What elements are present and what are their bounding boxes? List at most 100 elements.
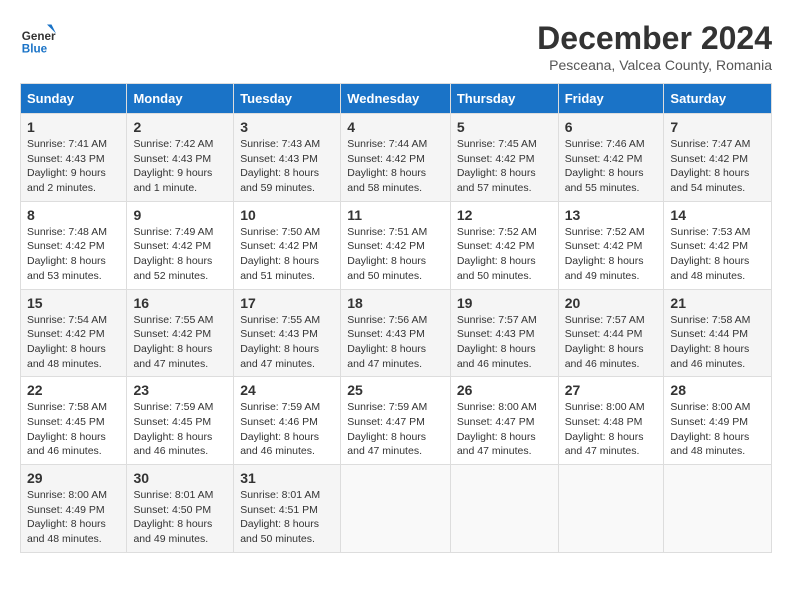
day-info: Sunrise: 7:45 AM Sunset: 4:42 PM Dayligh… — [457, 137, 552, 196]
calendar-cell: 6 Sunrise: 7:46 AM Sunset: 4:42 PM Dayli… — [558, 114, 664, 202]
day-info: Sunrise: 7:58 AM Sunset: 4:45 PM Dayligh… — [27, 400, 120, 459]
day-number: 13 — [565, 207, 658, 223]
col-header-monday: Monday — [127, 84, 234, 114]
calendar-cell: 31 Sunrise: 8:01 AM Sunset: 4:51 PM Dayl… — [234, 465, 341, 553]
svg-text:Blue: Blue — [22, 42, 48, 55]
day-number: 17 — [240, 295, 334, 311]
day-info: Sunrise: 7:41 AM Sunset: 4:43 PM Dayligh… — [27, 137, 120, 196]
calendar-cell: 22 Sunrise: 7:58 AM Sunset: 4:45 PM Dayl… — [21, 377, 127, 465]
day-number: 1 — [27, 119, 120, 135]
day-number: 2 — [133, 119, 227, 135]
day-number: 6 — [565, 119, 658, 135]
calendar-cell: 30 Sunrise: 8:01 AM Sunset: 4:50 PM Dayl… — [127, 465, 234, 553]
day-info: Sunrise: 7:48 AM Sunset: 4:42 PM Dayligh… — [27, 225, 120, 284]
day-info: Sunrise: 7:55 AM Sunset: 4:42 PM Dayligh… — [133, 313, 227, 372]
location-subtitle: Pesceana, Valcea County, Romania — [537, 57, 772, 73]
month-title: December 2024 — [537, 20, 772, 57]
day-info: Sunrise: 7:52 AM Sunset: 4:42 PM Dayligh… — [457, 225, 552, 284]
calendar-cell: 1 Sunrise: 7:41 AM Sunset: 4:43 PM Dayli… — [21, 114, 127, 202]
col-header-tuesday: Tuesday — [234, 84, 341, 114]
col-header-sunday: Sunday — [21, 84, 127, 114]
day-info: Sunrise: 7:44 AM Sunset: 4:42 PM Dayligh… — [347, 137, 444, 196]
calendar-cell: 25 Sunrise: 7:59 AM Sunset: 4:47 PM Dayl… — [341, 377, 451, 465]
col-header-thursday: Thursday — [450, 84, 558, 114]
day-number: 8 — [27, 207, 120, 223]
calendar-cell: 7 Sunrise: 7:47 AM Sunset: 4:42 PM Dayli… — [664, 114, 772, 202]
col-header-friday: Friday — [558, 84, 664, 114]
day-number: 16 — [133, 295, 227, 311]
day-number: 29 — [27, 470, 120, 486]
day-info: Sunrise: 7:59 AM Sunset: 4:46 PM Dayligh… — [240, 400, 334, 459]
calendar-cell: 24 Sunrise: 7:59 AM Sunset: 4:46 PM Dayl… — [234, 377, 341, 465]
day-number: 22 — [27, 382, 120, 398]
calendar-cell: 14 Sunrise: 7:53 AM Sunset: 4:42 PM Dayl… — [664, 201, 772, 289]
calendar-cell: 17 Sunrise: 7:55 AM Sunset: 4:43 PM Dayl… — [234, 289, 341, 377]
col-header-saturday: Saturday — [664, 84, 772, 114]
day-number: 28 — [670, 382, 765, 398]
svg-text:General: General — [22, 30, 56, 43]
calendar-cell: 23 Sunrise: 7:59 AM Sunset: 4:45 PM Dayl… — [127, 377, 234, 465]
day-number: 30 — [133, 470, 227, 486]
calendar-cell: 11 Sunrise: 7:51 AM Sunset: 4:42 PM Dayl… — [341, 201, 451, 289]
calendar-cell: 16 Sunrise: 7:55 AM Sunset: 4:42 PM Dayl… — [127, 289, 234, 377]
day-number: 31 — [240, 470, 334, 486]
day-info: Sunrise: 8:01 AM Sunset: 4:50 PM Dayligh… — [133, 488, 227, 547]
day-info: Sunrise: 8:01 AM Sunset: 4:51 PM Dayligh… — [240, 488, 334, 547]
day-info: Sunrise: 7:52 AM Sunset: 4:42 PM Dayligh… — [565, 225, 658, 284]
calendar-cell: 3 Sunrise: 7:43 AM Sunset: 4:43 PM Dayli… — [234, 114, 341, 202]
day-info: Sunrise: 7:51 AM Sunset: 4:42 PM Dayligh… — [347, 225, 444, 284]
calendar-cell: 20 Sunrise: 7:57 AM Sunset: 4:44 PM Dayl… — [558, 289, 664, 377]
day-info: Sunrise: 7:58 AM Sunset: 4:44 PM Dayligh… — [670, 313, 765, 372]
day-number: 19 — [457, 295, 552, 311]
day-number: 21 — [670, 295, 765, 311]
day-info: Sunrise: 8:00 AM Sunset: 4:49 PM Dayligh… — [27, 488, 120, 547]
day-number: 14 — [670, 207, 765, 223]
calendar-cell: 12 Sunrise: 7:52 AM Sunset: 4:42 PM Dayl… — [450, 201, 558, 289]
calendar-cell: 21 Sunrise: 7:58 AM Sunset: 4:44 PM Dayl… — [664, 289, 772, 377]
page-header: General Blue December 2024 Pesceana, Val… — [20, 20, 772, 73]
day-number: 15 — [27, 295, 120, 311]
calendar-cell: 28 Sunrise: 8:00 AM Sunset: 4:49 PM Dayl… — [664, 377, 772, 465]
day-info: Sunrise: 7:53 AM Sunset: 4:42 PM Dayligh… — [670, 225, 765, 284]
day-number: 12 — [457, 207, 552, 223]
day-info: Sunrise: 7:54 AM Sunset: 4:42 PM Dayligh… — [27, 313, 120, 372]
calendar-week-2: 8 Sunrise: 7:48 AM Sunset: 4:42 PM Dayli… — [21, 201, 772, 289]
calendar-cell — [558, 465, 664, 553]
day-number: 4 — [347, 119, 444, 135]
calendar-cell: 13 Sunrise: 7:52 AM Sunset: 4:42 PM Dayl… — [558, 201, 664, 289]
logo-icon: General Blue — [20, 20, 56, 56]
day-info: Sunrise: 7:59 AM Sunset: 4:47 PM Dayligh… — [347, 400, 444, 459]
calendar-cell: 10 Sunrise: 7:50 AM Sunset: 4:42 PM Dayl… — [234, 201, 341, 289]
day-info: Sunrise: 8:00 AM Sunset: 4:49 PM Dayligh… — [670, 400, 765, 459]
title-block: December 2024 Pesceana, Valcea County, R… — [537, 20, 772, 73]
calendar-week-3: 15 Sunrise: 7:54 AM Sunset: 4:42 PM Dayl… — [21, 289, 772, 377]
calendar-cell: 26 Sunrise: 8:00 AM Sunset: 4:47 PM Dayl… — [450, 377, 558, 465]
day-info: Sunrise: 7:47 AM Sunset: 4:42 PM Dayligh… — [670, 137, 765, 196]
day-number: 25 — [347, 382, 444, 398]
day-number: 11 — [347, 207, 444, 223]
calendar-cell: 27 Sunrise: 8:00 AM Sunset: 4:48 PM Dayl… — [558, 377, 664, 465]
day-number: 10 — [240, 207, 334, 223]
day-info: Sunrise: 7:59 AM Sunset: 4:45 PM Dayligh… — [133, 400, 227, 459]
col-header-wednesday: Wednesday — [341, 84, 451, 114]
day-info: Sunrise: 8:00 AM Sunset: 4:47 PM Dayligh… — [457, 400, 552, 459]
day-info: Sunrise: 7:43 AM Sunset: 4:43 PM Dayligh… — [240, 137, 334, 196]
day-number: 23 — [133, 382, 227, 398]
day-info: Sunrise: 8:00 AM Sunset: 4:48 PM Dayligh… — [565, 400, 658, 459]
calendar-cell: 9 Sunrise: 7:49 AM Sunset: 4:42 PM Dayli… — [127, 201, 234, 289]
calendar-week-4: 22 Sunrise: 7:58 AM Sunset: 4:45 PM Dayl… — [21, 377, 772, 465]
calendar-week-1: 1 Sunrise: 7:41 AM Sunset: 4:43 PM Dayli… — [21, 114, 772, 202]
day-info: Sunrise: 7:57 AM Sunset: 4:44 PM Dayligh… — [565, 313, 658, 372]
calendar-cell: 15 Sunrise: 7:54 AM Sunset: 4:42 PM Dayl… — [21, 289, 127, 377]
calendar-cell: 8 Sunrise: 7:48 AM Sunset: 4:42 PM Dayli… — [21, 201, 127, 289]
header-row: SundayMondayTuesdayWednesdayThursdayFrid… — [21, 84, 772, 114]
day-number: 18 — [347, 295, 444, 311]
day-number: 5 — [457, 119, 552, 135]
calendar-cell: 4 Sunrise: 7:44 AM Sunset: 4:42 PM Dayli… — [341, 114, 451, 202]
calendar-cell: 19 Sunrise: 7:57 AM Sunset: 4:43 PM Dayl… — [450, 289, 558, 377]
day-info: Sunrise: 7:55 AM Sunset: 4:43 PM Dayligh… — [240, 313, 334, 372]
calendar-table: SundayMondayTuesdayWednesdayThursdayFrid… — [20, 83, 772, 553]
calendar-cell: 18 Sunrise: 7:56 AM Sunset: 4:43 PM Dayl… — [341, 289, 451, 377]
calendar-cell — [664, 465, 772, 553]
day-number: 20 — [565, 295, 658, 311]
